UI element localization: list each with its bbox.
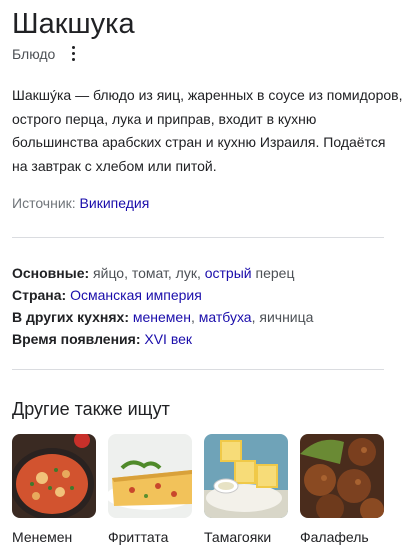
- related-card-frittata[interactable]: Фриттата: [108, 434, 192, 546]
- fact-country: Страна: Османская империя: [12, 284, 404, 306]
- fact-separator: ,: [190, 309, 195, 325]
- source-line: Источник: Википедия: [12, 193, 149, 213]
- fact-label: В других кухнях:: [12, 309, 129, 325]
- fact-link[interactable]: Османская империя: [70, 287, 202, 303]
- related-cards: Менемен Фриттата Тамагояки Фалафель: [12, 434, 384, 546]
- related-section-title: Другие также ищут: [12, 399, 170, 419]
- fact-link[interactable]: острый: [205, 265, 252, 281]
- fact-label: Основные:: [12, 265, 90, 281]
- subtitle-row: Блюдо: [12, 45, 81, 63]
- related-card-tamagoyaki[interactable]: Тамагояки: [204, 434, 288, 546]
- fact-time: Время появления: XVI век: [12, 328, 404, 350]
- description: Шакшу́ка — блюдо из яиц, жаренных в соус…: [12, 87, 403, 174]
- menemen-image: [12, 434, 96, 518]
- fact-value: , яичница: [251, 309, 314, 325]
- falafel-image: [300, 434, 384, 518]
- fact-link[interactable]: XVI век: [144, 331, 192, 347]
- page-title: Шакшука: [12, 8, 135, 40]
- fact-ingredients: Основные: яйцо, томат, лук, острый перец: [12, 262, 404, 284]
- fact-value: яйцо, томат, лук,: [93, 265, 201, 281]
- related-card-label: Фалафель: [300, 529, 369, 545]
- frittata-image: [108, 434, 192, 518]
- related-card-label: Фриттата: [108, 529, 169, 545]
- divider: [12, 237, 384, 238]
- fact-value: перец: [255, 265, 295, 281]
- divider: [12, 369, 384, 370]
- source-label: Источник:: [12, 195, 76, 211]
- source-link[interactable]: Википедия: [80, 195, 150, 211]
- fact-link[interactable]: матбуха: [199, 309, 252, 325]
- entity-type: Блюдо: [12, 46, 56, 62]
- fact-link[interactable]: менемен: [133, 309, 191, 325]
- related-card-menemen[interactable]: Менемен: [12, 434, 96, 546]
- related-card-label: Менемен: [12, 529, 73, 545]
- tamagoyaki-image: [204, 434, 288, 518]
- more-options-icon[interactable]: [65, 45, 81, 63]
- fact-other-cuisines: В других кухнях: менемен, матбуха, яични…: [12, 306, 404, 328]
- related-card-falafel[interactable]: Фалафель: [300, 434, 384, 546]
- fact-label: Страна:: [12, 287, 67, 303]
- facts-list: Основные: яйцо, томат, лук, острый перец…: [12, 262, 404, 350]
- related-card-label: Тамагояки: [204, 529, 272, 545]
- fact-label: Время появления:: [12, 331, 141, 347]
